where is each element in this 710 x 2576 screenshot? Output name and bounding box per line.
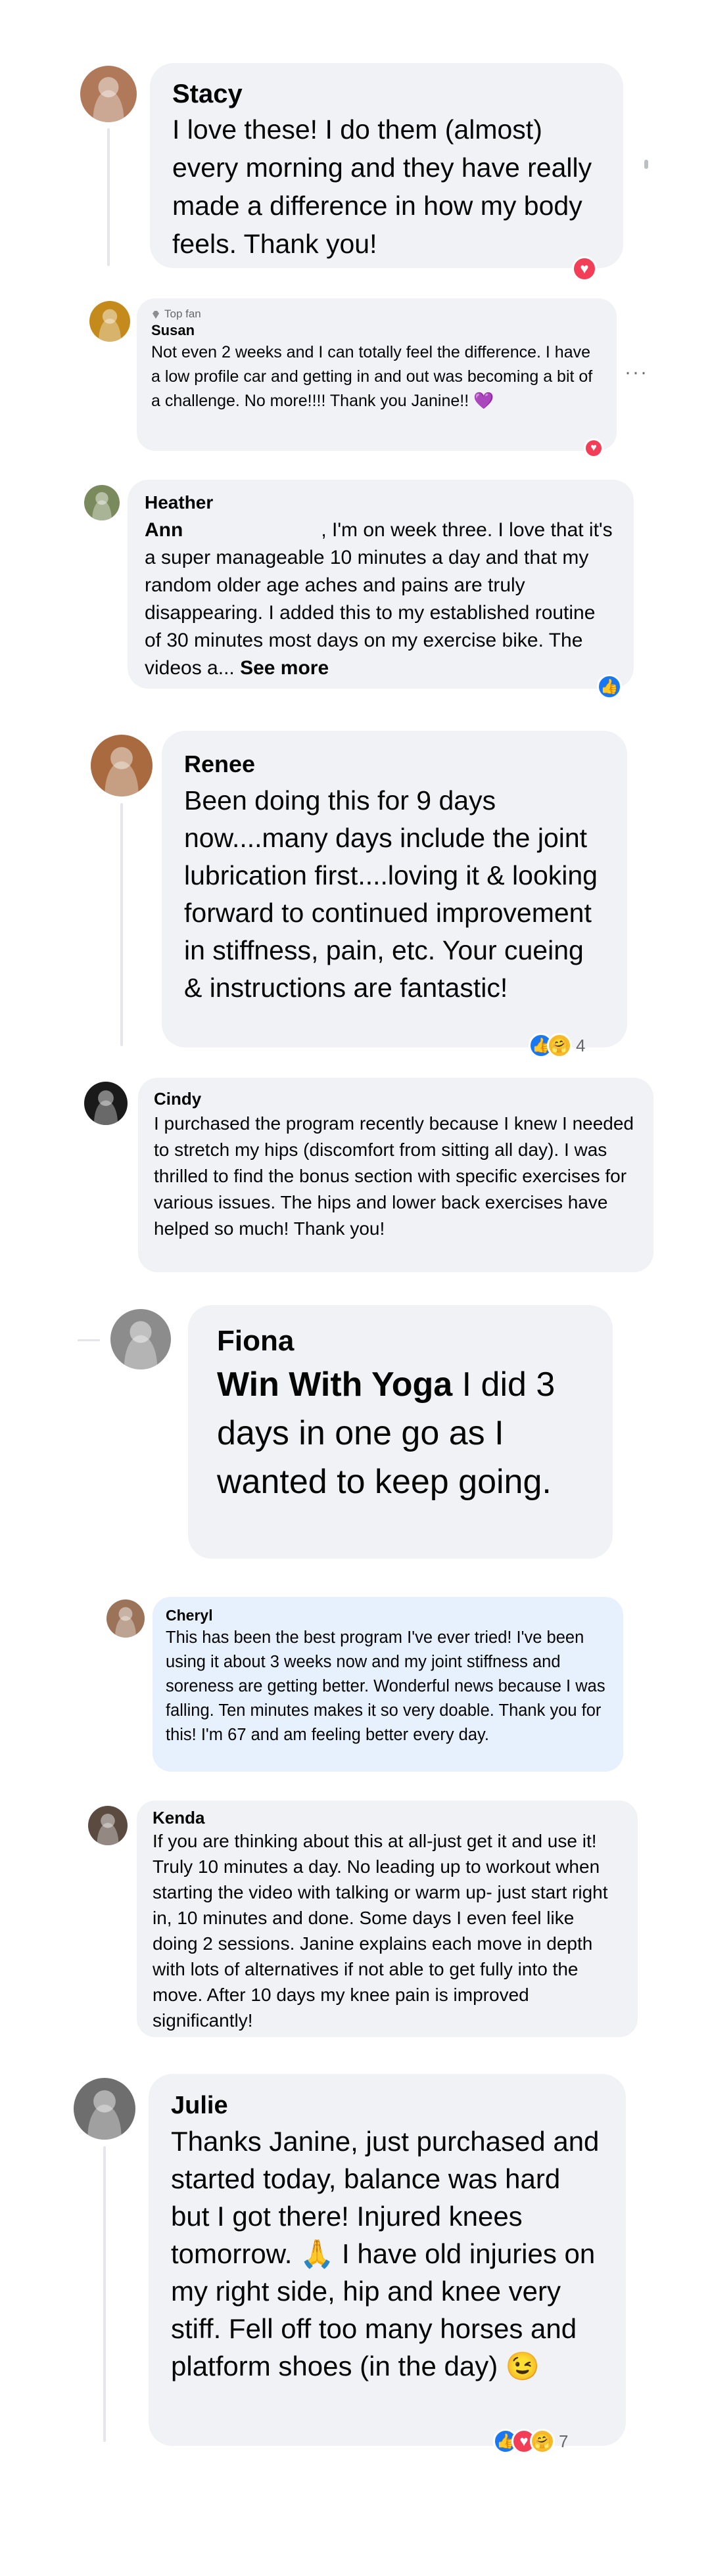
like-reaction-icon: 👍 — [597, 674, 622, 699]
commenter-name[interactable]: Stacy — [172, 78, 601, 110]
reactions[interactable]: ♥ — [584, 438, 604, 458]
top-fan-badge: Top fan — [151, 308, 602, 321]
commenter-name[interactable]: Susan — [151, 321, 602, 340]
commenter-name[interactable]: Cheryl — [166, 1605, 610, 1626]
avatar[interactable] — [84, 485, 120, 520]
comment-bubble: Kenda If you are thinking about this at … — [137, 1801, 638, 2037]
comment-text: Not even 2 weeks and I can totally feel … — [151, 343, 593, 410]
see-more-link[interactable]: See more — [240, 657, 329, 679]
care-reaction-icon: 🤗 — [547, 1033, 572, 1058]
commenter-name[interactable]: Kenda — [153, 1807, 622, 1828]
comment-text: Thanks Janine, just purchased and starte… — [171, 2126, 600, 2381]
avatar[interactable] — [89, 301, 130, 342]
love-reaction-icon: ♥ — [584, 438, 604, 458]
avatar[interactable] — [80, 66, 137, 122]
avatar[interactable] — [84, 1082, 128, 1125]
reactions[interactable]: ♥ — [572, 256, 597, 281]
comment-first-line: Ann , I'm on week three. I love that it's — [145, 517, 617, 544]
reaction-count: 4 — [576, 1035, 586, 1055]
avatar[interactable] — [88, 1806, 128, 1845]
comment-text: Win With Yoga I did 3 days in one go as … — [217, 1366, 556, 1501]
avatar[interactable] — [110, 1309, 171, 1369]
reactions[interactable]: 👍 ♥ 🤗 7 — [493, 2429, 569, 2454]
care-reaction-icon: 🤗 — [530, 2429, 555, 2454]
thread-line — [103, 2146, 106, 2442]
comment-bubble: Fiona Win With Yoga I did 3 days in one … — [188, 1305, 613, 1559]
love-reaction-icon: ♥ — [572, 256, 597, 281]
more-options-icon[interactable]: ··· — [625, 361, 648, 384]
page-mention-link[interactable]: Win With Yoga — [217, 1366, 452, 1404]
commenter-name[interactable]: Renee — [184, 747, 605, 782]
connector-line — [78, 1339, 100, 1341]
comment-bubble: Cheryl This has been the best program I'… — [153, 1597, 623, 1772]
diamond-icon — [151, 310, 160, 319]
avatar[interactable] — [91, 735, 153, 796]
comment-text: a super manageable 10 minutes a day and … — [145, 547, 596, 679]
commenter-name[interactable]: Fiona — [217, 1322, 584, 1360]
thread-line — [120, 803, 123, 1046]
commenter-name[interactable]: Heather — [145, 489, 617, 517]
comment-text-start: , I'm on week three. I love that it's — [321, 519, 613, 541]
reaction-count: 7 — [559, 2431, 569, 2451]
comment-text: If you are thinking about this at all-ju… — [153, 1831, 608, 2031]
reactions[interactable]: 👍 🤗 4 — [529, 1033, 586, 1058]
comment-text: This has been the best program I've ever… — [166, 1628, 605, 1744]
comment-text: I love these! I do them (almost) every m… — [172, 114, 592, 259]
comment-text: Been doing this for 9 days now....many d… — [184, 785, 598, 1003]
comment-bubble: Stacy I love these! I do them (almost) e… — [150, 63, 623, 268]
thread-line — [107, 128, 110, 266]
reactions[interactable]: 👍 — [597, 674, 622, 699]
comment-bubble: Cindy I purchased the program recently b… — [138, 1078, 653, 1272]
avatar[interactable] — [106, 1599, 145, 1638]
comment-text: I purchased the program recently because… — [154, 1113, 634, 1239]
badge-label: Top fan — [164, 308, 201, 320]
commenter-name[interactable]: Julie — [171, 2088, 604, 2123]
reply-indicator-icon — [644, 160, 648, 169]
comment-bubble: Heather Ann , I'm on week three. I love t… — [128, 480, 634, 689]
comment-bubble: Top fan Susan Not even 2 weeks and I can… — [137, 298, 617, 451]
commenter-name-continued[interactable]: Ann — [145, 519, 183, 541]
avatar[interactable] — [74, 2078, 135, 2140]
commenter-name[interactable]: Cindy — [154, 1087, 638, 1111]
comment-bubble: Renee Been doing this for 9 days now....… — [162, 731, 627, 1047]
comment-bubble: Julie Thanks Janine, just purchased and … — [149, 2074, 626, 2446]
